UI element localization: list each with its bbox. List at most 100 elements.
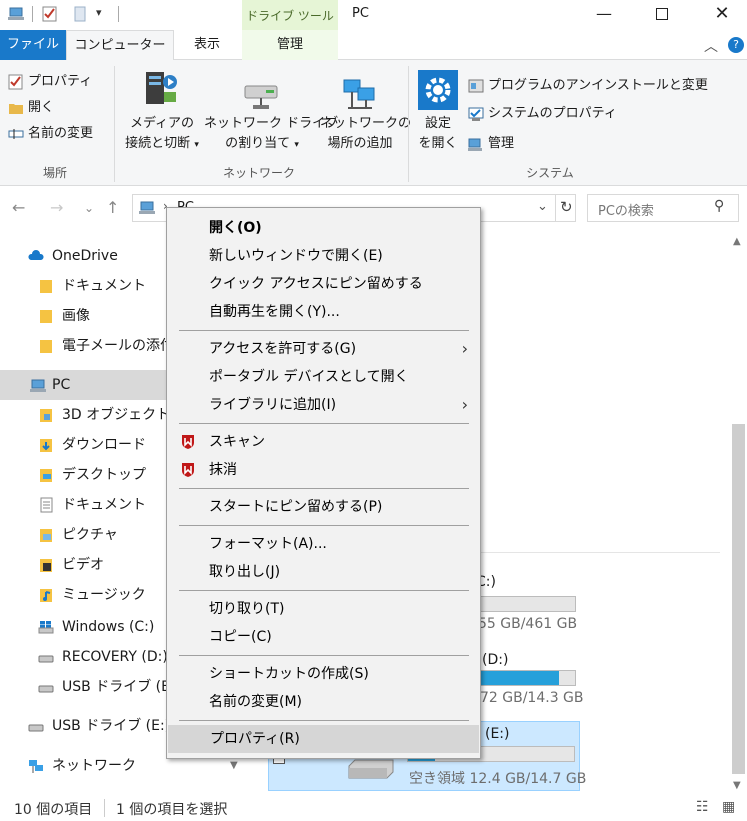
- menu-separator: [179, 330, 469, 331]
- map-label-line1: ネットワーク ドライブ: [204, 116, 339, 131]
- address-dropdown-icon[interactable]: ⌄: [537, 199, 548, 214]
- sidebar-item-label: ミュージック: [62, 587, 146, 603]
- item-count: 10 個の項目: [14, 802, 93, 818]
- drive-name: (D:): [482, 652, 509, 668]
- collapse-ribbon-icon[interactable]: ︿: [704, 36, 718, 56]
- maximize-button[interactable]: [639, 0, 685, 30]
- tab-computer[interactable]: コンピューター: [66, 30, 174, 61]
- menu-item-add-library[interactable]: ライブラリに追加(I) ›: [167, 391, 480, 419]
- search-input[interactable]: PCの検索: [598, 200, 654, 219]
- computer-icon: [8, 7, 24, 20]
- refresh-icon[interactable]: ↻: [560, 198, 573, 216]
- scroll-down-icon[interactable]: ▼: [230, 760, 238, 771]
- programs-icon: [468, 79, 484, 92]
- menu-item-open-portable[interactable]: ポータブル デバイスとして開く: [167, 363, 480, 391]
- network-location-icon: [343, 79, 375, 109]
- pc-icon: [139, 201, 155, 214]
- open-ribbon-button[interactable]: 開く: [8, 96, 54, 116]
- menu-item-shred[interactable]: 抹消: [167, 456, 480, 484]
- properties-check-icon[interactable]: [42, 6, 58, 22]
- menu-item-autoplay[interactable]: 自動再生を開く(Y)...: [167, 298, 480, 326]
- new-folder-icon[interactable]: [72, 6, 88, 22]
- sidebar-item-label: 3D オブジェクト: [62, 407, 171, 423]
- forward-arrow-icon[interactable]: →: [50, 198, 63, 217]
- tab-file[interactable]: ファイル: [0, 30, 66, 60]
- tab-manage[interactable]: 管理: [242, 30, 338, 60]
- minimize-button[interactable]: —: [581, 0, 627, 30]
- uninstall-programs-button[interactable]: プログラムのアンインストールと変更: [468, 74, 708, 94]
- tab-view[interactable]: 表示: [174, 30, 240, 60]
- sidebar-item-label: PC: [52, 377, 71, 393]
- menu-item-open[interactable]: 開く(O): [167, 214, 480, 242]
- open-settings-button[interactable]: 設定 を開く: [412, 114, 464, 154]
- menu-item-create-shortcut[interactable]: ショートカットの作成(S): [167, 660, 480, 688]
- rename-ribbon-button[interactable]: 名前の変更: [8, 122, 93, 142]
- desktop-folder-icon: [40, 469, 52, 482]
- menu-item-properties[interactable]: プロパティ(R): [168, 725, 479, 753]
- menu-item-open-new-window[interactable]: 新しいウィンドウで開く(E): [167, 242, 480, 270]
- properties-ribbon-button[interactable]: プロパティ: [8, 70, 92, 90]
- menu-item-scan[interactable]: スキャン: [167, 428, 480, 456]
- map-label-line2: の割り当て: [225, 136, 291, 151]
- sidebar-item-label: USB ドライブ (E:): [62, 679, 181, 695]
- menu-item-copy[interactable]: コピー(C): [167, 623, 480, 651]
- large-icons-view-icon[interactable]: ▦: [722, 799, 735, 815]
- search-box[interactable]: PCの検索 ⚲: [587, 194, 739, 222]
- window-title: PC: [352, 6, 369, 21]
- context-menu: 開く(O) 新しいウィンドウで開く(E) クイック アクセスにピン留めする 自動…: [166, 207, 481, 759]
- menu-item-label: スタートにピン留めする(P): [209, 499, 383, 515]
- system-properties-label: システムのプロパティ: [488, 106, 617, 121]
- scroll-down-icon[interactable]: ▼: [733, 780, 741, 791]
- media-label-line1: メディアの: [129, 116, 195, 131]
- settings-label-line2: を開く: [418, 136, 458, 151]
- menu-item-eject[interactable]: 取り出し(J): [167, 558, 480, 586]
- customize-qa-dropdown-icon[interactable]: ▾: [96, 6, 102, 19]
- mcafee-shield-icon: [182, 463, 194, 477]
- close-button[interactable]: ✕: [699, 0, 745, 30]
- menu-item-pin-quick-access[interactable]: クイック アクセスにピン留めする: [167, 270, 480, 298]
- sidebar-item-label: Windows (C:): [62, 619, 155, 635]
- sidebar-item-label: ドキュメント: [62, 278, 146, 294]
- search-icon: ⚲: [714, 198, 725, 214]
- details-view-icon[interactable]: ☷: [696, 799, 709, 815]
- sidebar-item-label: ネットワーク: [52, 758, 136, 774]
- sidebar-item-label: ピクチャ: [62, 527, 118, 543]
- system-properties-button[interactable]: システムのプロパティ: [468, 102, 617, 122]
- manage-button[interactable]: 管理: [468, 132, 514, 152]
- scroll-up-icon[interactable]: ▲: [733, 236, 741, 247]
- selection-count: 1 個の項目を選択: [116, 802, 228, 818]
- folder-open-icon: [9, 103, 23, 114]
- pictures-folder-icon: [40, 529, 52, 542]
- menu-item-give-access[interactable]: アクセスを許可する(G) ›: [167, 335, 480, 363]
- add-network-location-button[interactable]: ネットワークの 場所の追加: [320, 114, 411, 154]
- scroll-thumb[interactable]: [732, 424, 745, 774]
- sidebar-item-label: RECOVERY (D:): [62, 649, 168, 665]
- separator: [104, 799, 105, 817]
- ribbon: プロパティ 開く 名前の変更 場所 メディアの 接続と切断 ▾ ネットワーク ド…: [0, 60, 747, 186]
- recent-locations-icon[interactable]: ⌄: [84, 201, 94, 215]
- sidebar-item-label: OneDrive: [52, 248, 118, 264]
- media-server-icon: [146, 72, 177, 104]
- back-arrow-icon[interactable]: ←: [12, 198, 25, 217]
- content-scrollbar[interactable]: ▲ ▼: [730, 232, 747, 797]
- menu-item-pin-start[interactable]: スタートにピン留めする(P): [167, 493, 480, 521]
- usb-drive-icon: [28, 724, 44, 732]
- menu-item-format[interactable]: フォーマット(A)...: [167, 530, 480, 558]
- menu-item-label: 名前の変更(M): [209, 694, 303, 710]
- up-arrow-icon[interactable]: ↑: [106, 198, 119, 217]
- media-connect-button[interactable]: メディアの 接続と切断 ▾: [122, 114, 202, 155]
- menu-item-cut[interactable]: 切り取り(T): [167, 595, 480, 623]
- map-network-drive-button[interactable]: ネットワーク ドライブ の割り当て ▾: [204, 114, 339, 155]
- group-separator: [408, 66, 409, 182]
- properties-label: プロパティ: [28, 74, 93, 89]
- help-icon[interactable]: ?: [728, 37, 744, 53]
- documents-folder-icon: [40, 497, 53, 513]
- sidebar-item-label: 電子メールの添付: [62, 338, 174, 354]
- network-icon: [29, 760, 43, 773]
- group-label-network: ネットワーク: [222, 166, 295, 180]
- menu-separator: [179, 423, 469, 424]
- menu-item-label: 新しいウィンドウで開く(E): [209, 248, 383, 264]
- folder-icon: [40, 310, 52, 323]
- menu-item-rename[interactable]: 名前の変更(M): [167, 688, 480, 716]
- context-tab-label: ドライブ ツール: [246, 9, 334, 23]
